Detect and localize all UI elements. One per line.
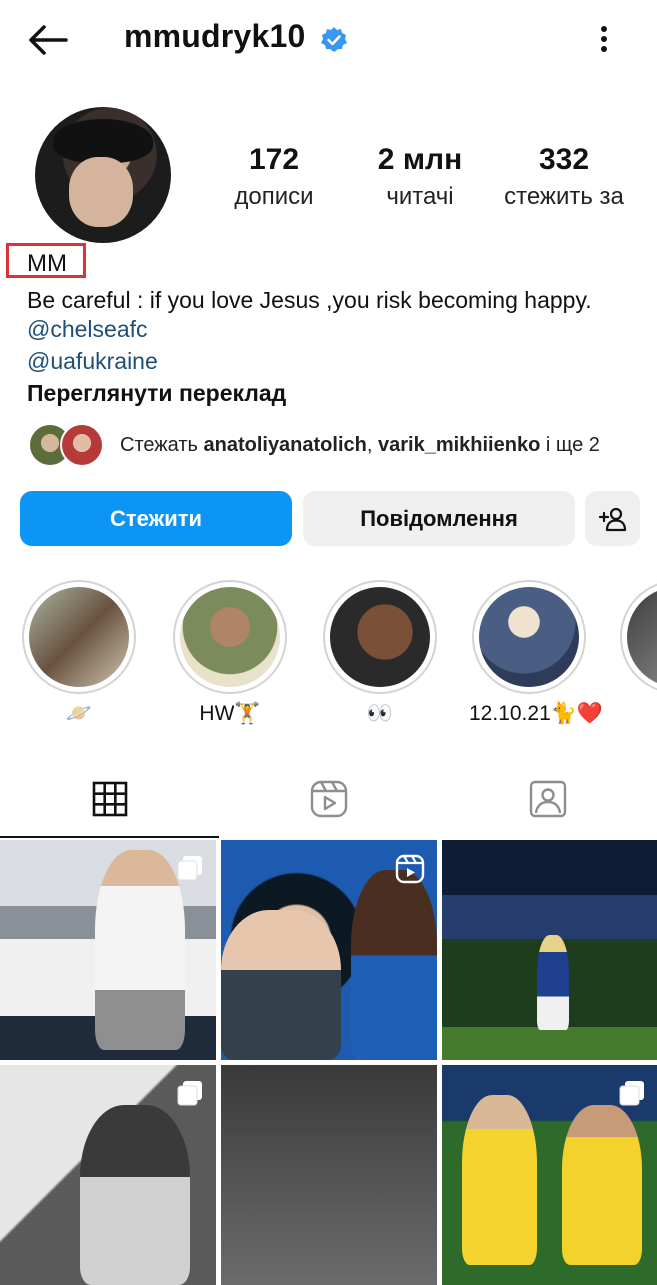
tab-tagged[interactable] bbox=[438, 762, 657, 836]
following-count[interactable]: 332 стежить за bbox=[496, 140, 632, 214]
post-thumbnail[interactable] bbox=[221, 840, 437, 1060]
see-translation-link[interactable]: Переглянути переклад bbox=[27, 380, 286, 407]
highlight-label: HW🏋️ bbox=[199, 702, 261, 725]
post-thumbnail[interactable] bbox=[0, 1065, 216, 1285]
posts-grid bbox=[0, 840, 657, 1285]
tagged-icon bbox=[529, 780, 566, 818]
highlight-item[interactable]: 👀 bbox=[320, 580, 440, 726]
following-count-label: стежить за bbox=[504, 183, 624, 210]
mutual-followers[interactable]: Стежать anatoliyanatolich, varik_mikhiie… bbox=[28, 423, 648, 469]
profile-bio: Be careful : if you love Jesus ,you risk… bbox=[27, 287, 592, 313]
profile-username: mmudryk10 bbox=[124, 18, 306, 54]
profile-avatar[interactable] bbox=[35, 107, 171, 243]
posts-count: 172 дописи bbox=[224, 140, 324, 214]
mutual-avatar bbox=[60, 423, 104, 467]
back-arrow-icon[interactable] bbox=[26, 22, 70, 58]
carousel-icon bbox=[619, 1081, 644, 1106]
mutual-followers-text: Стежать anatoliyanatolich, varik_mikhiie… bbox=[120, 434, 600, 456]
reels-icon bbox=[395, 854, 425, 884]
more-options-icon[interactable] bbox=[590, 20, 618, 58]
highlight-label: 🪐 bbox=[65, 702, 93, 725]
highlight-item[interactable]: 🪐 bbox=[19, 580, 139, 726]
highlight-ring bbox=[22, 580, 136, 694]
highlight-cover bbox=[29, 587, 129, 687]
followers-count[interactable]: 2 млн читачі bbox=[362, 140, 478, 214]
highlight-label: 👀 bbox=[366, 702, 394, 725]
profile-name: MM bbox=[27, 250, 67, 277]
highlight-cover bbox=[330, 587, 430, 687]
message-button[interactable]: Повідомлення bbox=[303, 491, 575, 546]
following-count-value: 332 bbox=[538, 143, 590, 176]
profile-tabs bbox=[0, 762, 657, 838]
bio-link-uafukraine[interactable]: @uafukraine bbox=[27, 348, 158, 375]
highlight-ring bbox=[323, 580, 437, 694]
tab-reels[interactable] bbox=[219, 762, 438, 836]
followers-count-value: 2 млн bbox=[377, 143, 463, 176]
posts-count-label: дописи bbox=[234, 183, 314, 210]
post-thumbnail[interactable] bbox=[442, 1065, 657, 1285]
post-thumbnail[interactable] bbox=[442, 840, 657, 1060]
follow-button[interactable]: Стежити bbox=[20, 491, 292, 546]
highlight-item[interactable] bbox=[620, 580, 657, 702]
posts-count-value: 172 bbox=[248, 143, 300, 176]
highlight-cover bbox=[180, 587, 280, 687]
highlight-cover bbox=[627, 587, 657, 687]
grid-icon bbox=[92, 781, 127, 817]
top-bar: mmudryk10 bbox=[0, 0, 657, 80]
highlight-ring bbox=[472, 580, 586, 694]
highlight-cover bbox=[479, 587, 579, 687]
highlight-ring bbox=[620, 580, 657, 694]
highlight-label: 12.10.21🐈❤️ bbox=[469, 702, 604, 725]
add-user-icon bbox=[598, 507, 626, 531]
verified-badge-icon bbox=[321, 27, 347, 52]
carousel-icon bbox=[177, 856, 202, 881]
tab-posts-grid[interactable] bbox=[0, 762, 219, 838]
highlight-ring bbox=[173, 580, 287, 694]
carousel-icon bbox=[177, 1081, 202, 1106]
followers-count-label: читачі bbox=[386, 183, 454, 210]
reels-icon bbox=[310, 780, 347, 818]
highlight-item[interactable]: HW🏋️ bbox=[170, 580, 290, 726]
post-thumbnail[interactable] bbox=[221, 1065, 437, 1285]
bio-link-chelseafc[interactable]: @chelseafc bbox=[27, 316, 148, 343]
suggested-users-button[interactable] bbox=[585, 491, 640, 546]
highlight-item[interactable]: 12.10.21🐈❤️ bbox=[469, 580, 604, 726]
post-thumbnail[interactable] bbox=[0, 840, 216, 1060]
